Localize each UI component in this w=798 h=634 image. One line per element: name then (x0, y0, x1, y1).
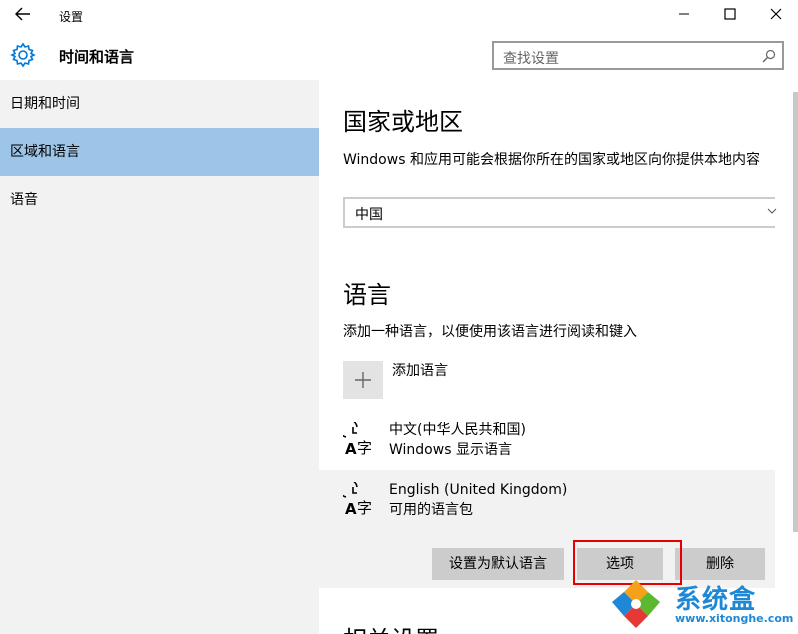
add-language-label[interactable]: 添加语言 (392, 360, 448, 380)
plus-icon (343, 361, 383, 399)
close-button[interactable] (753, 4, 798, 28)
region-description: Windows 和应用可能会根据你所在的国家或地区向你提供本地内容 (343, 152, 760, 168)
svg-text:字: 字 (357, 439, 372, 456)
search-icon[interactable] (762, 49, 776, 63)
window-title: 设置 (59, 10, 84, 24)
language-description: 添加一种语言，以便使用该语言进行阅读和键入 (343, 324, 637, 340)
sidebar: 日期和时间 区域和语言 语音 (0, 80, 319, 634)
minimize-button[interactable] (661, 4, 707, 28)
region-heading: 国家或地区 (343, 108, 463, 136)
chevron-down-icon (767, 207, 777, 218)
back-arrow-icon[interactable] (12, 6, 34, 26)
sidebar-item-date-time[interactable]: 日期和时间 (0, 80, 319, 128)
gear-icon (10, 42, 36, 68)
main-content: 国家或地区 Windows 和应用可能会根据你所在的国家或地区向你提供本地内容 … (319, 80, 798, 634)
search-input[interactable]: 查找设置 (492, 41, 784, 70)
related-settings-heading: 相关设置 (343, 620, 439, 634)
language-item-chinese[interactable]: A 字 中文(中华人民共和国) Windows 显示语言 (319, 410, 775, 468)
language-name: English (United Kingdom) (389, 482, 568, 498)
brand-logo-icon (612, 580, 660, 628)
language-icon: A 字 (343, 482, 372, 516)
country-dropdown[interactable]: 中国 (343, 197, 777, 228)
settings-header: 时间和语言 查找设置 (0, 32, 798, 80)
section-title: 时间和语言 (59, 48, 135, 66)
title-bar: 设置 (0, 0, 798, 32)
svg-text:A: A (345, 440, 357, 456)
watermark-brand: 系统盒 (675, 585, 757, 615)
language-detail: 可用的语言包 (389, 502, 473, 518)
language-detail: Windows 显示语言 (389, 442, 512, 458)
watermark: 系统盒 www.xitonghe.com (604, 576, 794, 632)
watermark-url: www.xitonghe.com (675, 612, 794, 625)
add-language-button[interactable] (343, 361, 383, 399)
language-heading: 语言 (343, 281, 391, 309)
svg-text:字: 字 (357, 499, 372, 516)
sidebar-item-speech[interactable]: 语音 (0, 176, 319, 224)
sidebar-item-region-language[interactable]: 区域和语言 (0, 128, 319, 176)
country-value: 中国 (355, 207, 383, 223)
language-icon: A 字 (343, 422, 372, 456)
svg-text:A: A (345, 500, 357, 516)
language-name: 中文(中华人民共和国) (389, 422, 526, 438)
maximize-button[interactable] (707, 4, 753, 28)
set-default-language-button[interactable]: 设置为默认语言 (432, 548, 564, 580)
search-placeholder: 查找设置 (503, 51, 559, 67)
scrollbar-thumb[interactable] (793, 92, 798, 532)
